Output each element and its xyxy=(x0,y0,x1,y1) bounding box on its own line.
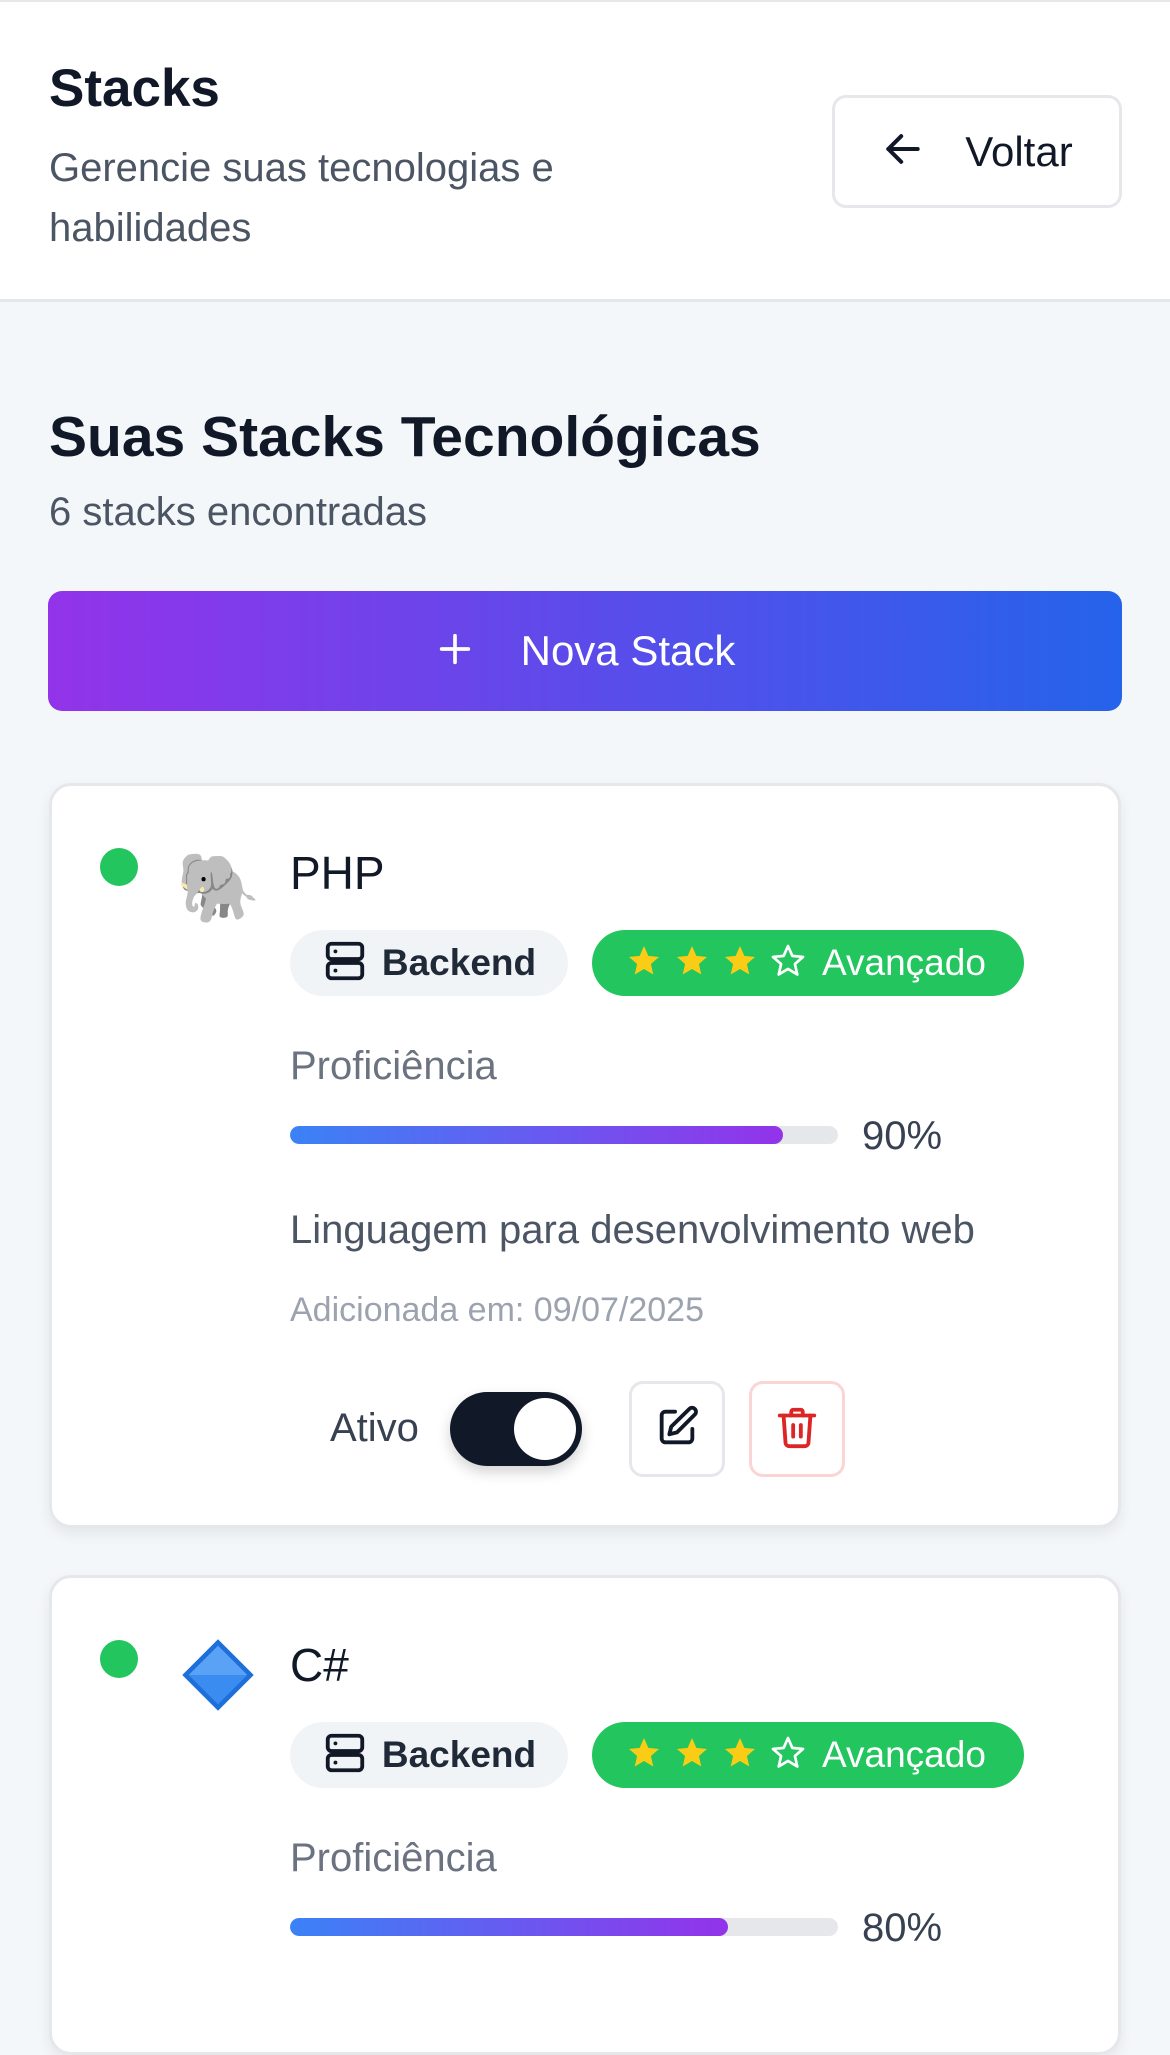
status-dot xyxy=(100,848,138,886)
server-icon xyxy=(322,938,368,989)
category-badge: Backend xyxy=(290,1722,568,1788)
new-stack-label: Nova Stack xyxy=(520,627,736,674)
level-label: Avançado xyxy=(822,942,986,983)
active-label: Ativo xyxy=(330,1406,419,1450)
level-label: Avançado xyxy=(822,1734,986,1775)
stack-date: Adicionada em: 09/07/2025 xyxy=(290,1291,704,1329)
page-header: Stacks Gerencie suas tecnologias e habil… xyxy=(0,0,1170,302)
new-stack-button[interactable]: Nova Stack xyxy=(48,591,1122,711)
level-badge: Avançado xyxy=(592,930,1024,996)
page-subtitle: Gerencie suas tecnologias e habilidades xyxy=(49,146,554,250)
back-button-label: Voltar xyxy=(965,127,1073,175)
arrow-left-icon xyxy=(881,127,925,176)
level-badge: Avançado xyxy=(592,1722,1024,1788)
delete-button[interactable] xyxy=(749,1381,845,1477)
edit-icon xyxy=(654,1404,700,1455)
plus-icon xyxy=(435,629,475,674)
stack-card: C# Backend Avançado Proficiência 80% xyxy=(49,1575,1121,2055)
server-icon xyxy=(322,1730,368,1781)
category-label: Backend xyxy=(381,1734,537,1775)
proficiency-label: Proficiência xyxy=(290,1044,497,1088)
stack-card: 🐘 PHP Backend Avançado Proficiência 90% … xyxy=(49,783,1121,1528)
section-title: Suas Stacks Tecnológicas xyxy=(49,405,761,469)
active-toggle[interactable] xyxy=(450,1392,582,1466)
page-title: Stacks xyxy=(49,59,220,118)
proficiency-bar xyxy=(290,1918,838,1936)
blue-diamond-icon xyxy=(176,1636,260,1720)
stack-count: 6 stacks encontradas xyxy=(49,490,427,534)
proficiency-label: Proficiência xyxy=(290,1836,497,1880)
edit-button[interactable] xyxy=(629,1381,725,1477)
trash-icon xyxy=(774,1404,820,1455)
stack-description: Linguagem para desenvolvimento web xyxy=(290,1208,975,1252)
proficiency-value: 90% xyxy=(862,1114,943,1158)
star-filled-icon xyxy=(674,1735,710,1776)
proficiency-fill xyxy=(290,1126,784,1144)
star-filled-icon xyxy=(626,1735,662,1776)
stack-name: C# xyxy=(290,1639,349,1691)
proficiency-bar xyxy=(290,1126,838,1144)
toggle-knob xyxy=(514,1398,576,1460)
proficiency-value: 80% xyxy=(862,1906,943,1950)
elephant-icon: 🐘 xyxy=(176,850,261,926)
stack-name: PHP xyxy=(290,847,385,899)
category-badge: Backend xyxy=(290,930,568,996)
star-filled-icon xyxy=(722,943,758,984)
back-button[interactable]: Voltar xyxy=(832,95,1122,208)
star-outline-icon xyxy=(770,1735,806,1776)
proficiency-fill xyxy=(290,1918,729,1936)
star-filled-icon xyxy=(626,943,662,984)
category-label: Backend xyxy=(381,942,537,983)
star-filled-icon xyxy=(722,1735,758,1776)
status-dot xyxy=(100,1640,138,1678)
star-outline-icon xyxy=(770,943,806,984)
star-filled-icon xyxy=(674,943,710,984)
